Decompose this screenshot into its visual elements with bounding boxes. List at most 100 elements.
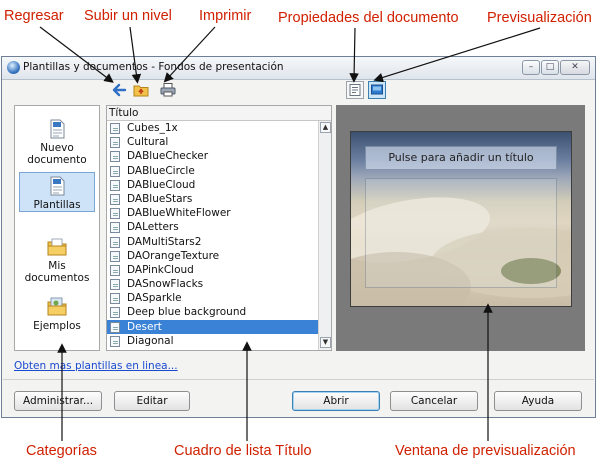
annotation-preview: Previsualización <box>487 10 592 26</box>
category-examples[interactable]: Ejemplos <box>19 296 95 332</box>
list-item-label: DABlueChecker <box>127 150 209 163</box>
list-scrollbar[interactable]: ▲ ▼ <box>318 121 331 350</box>
templates-dialog: Plantillas y documentos - Fondos de pres… <box>1 56 596 418</box>
close-button[interactable]: ✕ <box>560 60 590 75</box>
annotation-up-level: Subir un nivel <box>84 8 172 24</box>
template-file-icon <box>110 179 120 191</box>
list-header-title[interactable]: Título <box>107 106 331 121</box>
slide-preview: Pulse para añadir un título <box>350 131 572 307</box>
folder-up-icon <box>133 85 149 97</box>
help-button[interactable]: Ayuda <box>494 391 582 411</box>
category-my-documents[interactable]: Mis documentos <box>19 236 95 284</box>
category-new-document[interactable]: Nuevo documento <box>19 118 95 166</box>
list-item[interactable]: DAMultiStars2 <box>107 235 319 249</box>
up-level-button[interactable] <box>132 81 150 99</box>
list-item[interactable]: Cultural <box>107 135 319 149</box>
template-file-icon <box>110 123 120 134</box>
template-file-icon <box>110 137 120 149</box>
scroll-up-arrow[interactable]: ▲ <box>320 122 331 133</box>
list-item[interactable]: Diamante <box>107 348 319 351</box>
list-item[interactable]: DASnowFlacks <box>107 277 319 291</box>
divider <box>3 379 594 380</box>
template-file-icon <box>110 208 120 220</box>
list-item-label: Cubes_1x <box>127 122 178 134</box>
list-item[interactable]: DAOrangeTexture <box>107 249 319 263</box>
template-file-icon <box>110 307 120 319</box>
edit-button[interactable]: Editar <box>114 391 190 411</box>
category-examples-label: Ejemplos <box>33 320 81 332</box>
cancel-button[interactable]: Cancelar <box>390 391 478 411</box>
list-item-label: DASnowFlacks <box>127 278 204 291</box>
preview-icon <box>371 84 383 95</box>
list-item[interactable]: DABlueChecker <box>107 149 319 163</box>
list-item[interactable]: DABlueCircle <box>107 164 319 178</box>
list-item[interactable]: DASparkle <box>107 291 319 305</box>
list-item[interactable]: Desert <box>107 319 319 334</box>
manage-button[interactable]: Administrar... <box>14 391 102 411</box>
list-item[interactable]: DALetters <box>107 220 319 234</box>
scroll-down-arrow[interactable]: ▼ <box>320 337 331 348</box>
app-icon <box>7 61 20 74</box>
list-item-label: Desert <box>127 320 162 333</box>
list-item-label: Deep blue background <box>127 306 247 319</box>
template-file-icon <box>110 193 120 205</box>
title-listbox[interactable]: Título Cubes_1x Cultural DABlueChecker DABl… <box>106 105 332 351</box>
back-arrow-icon <box>112 83 127 97</box>
list-item[interactable]: Deep blue background <box>107 305 319 319</box>
slide-title-placeholder: Pulse para añadir un título <box>365 146 557 170</box>
list-item[interactable]: DABlueStars <box>107 192 319 206</box>
slide-content-placeholder <box>365 178 557 288</box>
back-button[interactable] <box>110 81 128 99</box>
list-item-label: DALetters <box>127 221 179 234</box>
list-item-label: DAPinkCloud <box>127 263 194 276</box>
window-title: Plantillas y documentos - Fondos de pres… <box>23 61 284 73</box>
categories-panel: Nuevo documento Plantillas Mis documento… <box>14 105 100 351</box>
list-item-label: Diagonal <box>127 334 174 347</box>
list-item-label: DABlueCloud <box>127 178 196 191</box>
list-item-label: DASparkle <box>127 292 182 305</box>
template-file-icon <box>110 279 120 291</box>
category-new-document-label-1: Nuevo <box>40 142 74 154</box>
template-file-icon <box>110 250 120 262</box>
document-properties-icon <box>349 84 361 96</box>
list-rows: Cubes_1x Cultural DABlueChecker DABlueCircl… <box>107 121 319 351</box>
examples-folder-icon <box>47 297 67 316</box>
maximize-button[interactable]: □ <box>541 60 559 75</box>
print-button[interactable] <box>159 81 177 99</box>
preview-toggle-button[interactable] <box>368 81 386 99</box>
category-new-document-label-2: documento <box>27 154 87 166</box>
open-button[interactable]: Abrir <box>292 391 380 411</box>
template-file-icon <box>110 293 120 305</box>
template-file-icon <box>110 264 120 276</box>
doc-properties-button[interactable] <box>346 81 364 99</box>
annotation-categories: Categorías <box>26 443 97 459</box>
template-file-icon <box>110 335 120 347</box>
annotation-back: Regresar <box>4 8 64 24</box>
annotation-preview-window: Ventana de previsualización <box>395 443 576 459</box>
annotation-print: Imprimir <box>199 8 252 24</box>
list-item-label: Diamante <box>127 349 178 350</box>
category-templates-label: Plantillas <box>33 199 81 211</box>
template-file-icon <box>110 165 120 177</box>
list-item[interactable]: Diagonal <box>107 334 319 348</box>
template-file-icon <box>110 236 120 248</box>
title-bar[interactable]: Plantillas y documentos - Fondos de pres… <box>2 57 595 80</box>
list-item-label: DABlueStars <box>127 192 193 205</box>
annotation-title-listbox: Cuadro de lista Título <box>174 443 312 459</box>
folder-icon <box>47 238 67 256</box>
list-item[interactable]: DAPinkCloud <box>107 263 319 277</box>
minimize-button[interactable]: – <box>522 60 540 75</box>
list-item-label: Cultural <box>127 136 169 149</box>
list-item-label: DAOrangeTexture <box>127 249 220 262</box>
preview-window: Pulse para añadir un título <box>336 105 585 351</box>
template-file-icon <box>110 151 120 163</box>
template-file-icon <box>110 350 120 351</box>
list-item[interactable]: DABlueWhiteFlower <box>107 206 319 220</box>
new-document-icon <box>50 119 65 139</box>
list-item[interactable]: DABlueCloud <box>107 178 319 192</box>
get-more-templates-link[interactable]: Obten mas plantillas en linea... <box>14 360 178 372</box>
annotation-doc-properties: Propiedades del documento <box>278 10 459 26</box>
templates-icon <box>50 176 65 196</box>
category-templates[interactable]: Plantillas <box>19 172 95 212</box>
list-item[interactable]: Cubes_1x <box>107 121 319 135</box>
